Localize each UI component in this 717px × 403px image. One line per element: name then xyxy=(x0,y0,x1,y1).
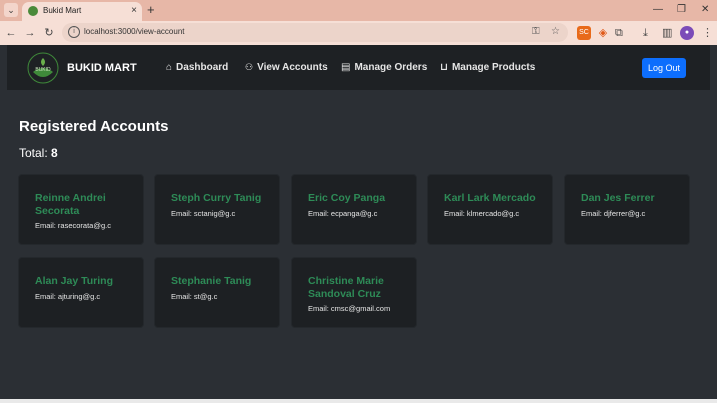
menu-kebab-icon[interactable]: ⋮ xyxy=(702,25,713,41)
reload-icon[interactable]: ↻ xyxy=(41,25,57,41)
tab-close-icon[interactable]: × xyxy=(131,4,137,18)
person-icon: ⚇ xyxy=(245,62,254,72)
nav-link-dashboard[interactable]: ⌂ Dashboard xyxy=(166,62,228,73)
total-count: Total: 8 xyxy=(19,146,58,160)
account-name: Steph Curry Tanig xyxy=(171,192,262,204)
home-icon: ⌂ xyxy=(166,62,173,73)
site-info-icon[interactable]: i xyxy=(68,26,80,38)
download-icon[interactable]: ⤓ xyxy=(643,25,648,41)
browser-tab-strip: ⌄ Bukid Mart × + — ❐ ✕ xyxy=(0,0,717,21)
account-name: Reinne Andrei Secorata xyxy=(35,192,135,217)
account-email: Email: rasecorata@g.c xyxy=(35,221,111,230)
nav-link-manage-orders[interactable]: ▤ Manage Orders xyxy=(341,62,427,73)
restore-icon[interactable]: ❐ xyxy=(677,3,686,17)
new-tab-icon[interactable]: + xyxy=(147,3,155,17)
back-icon[interactable]: ← xyxy=(3,25,19,41)
tab-search-icon[interactable]: ⌄ xyxy=(4,3,18,17)
nav-link-label: Manage Products xyxy=(451,62,536,73)
account-email: Email: sctanig@g.c xyxy=(171,209,236,218)
browser-toolbar: ← → ↻ i localhost:3000/view-account ⚿ ☆ … xyxy=(0,21,717,45)
forward-icon[interactable]: → xyxy=(22,25,38,41)
app-page: BUKID BUKID MART ⌂ Dashboard ⚇ View Acco… xyxy=(0,45,717,403)
account-name: Dan Jes Ferrer xyxy=(581,192,655,204)
app-navbar: BUKID BUKID MART ⌂ Dashboard ⚇ View Acco… xyxy=(7,45,710,90)
page-title: Registered Accounts xyxy=(19,118,169,135)
account-card[interactable]: Eric Coy Panga Email: ecpanga@g.c xyxy=(291,174,417,245)
nav-link-label: View Accounts xyxy=(257,62,328,73)
account-name: Alan Jay Turing xyxy=(35,275,113,287)
bottom-edge xyxy=(0,399,717,403)
account-email: Email: st@g.c xyxy=(171,292,218,301)
extension-sc-icon[interactable]: SC xyxy=(577,26,591,40)
address-bar[interactable]: i localhost:3000/view-account ⚿ ☆ xyxy=(62,23,568,42)
account-email: Email: klmercado@g.c xyxy=(444,209,520,218)
url-text: localhost:3000/view-account xyxy=(84,27,185,36)
account-card[interactable]: Alan Jay Turing Email: ajturing@g.c xyxy=(18,257,144,328)
side-panel-icon[interactable]: ▥ xyxy=(662,25,672,41)
account-email: Email: ecpanga@g.c xyxy=(308,209,378,218)
account-name-line1: Christine Marie xyxy=(308,275,384,287)
bukid-logo-icon: BUKID xyxy=(27,52,59,84)
account-card[interactable]: Christine Marie Sandoval Cruz Email: cms… xyxy=(291,257,417,328)
account-card[interactable]: Reinne Andrei Secorata Email: rasecorata… xyxy=(18,174,144,245)
account-name: Karl Lark Mercado xyxy=(444,192,536,204)
total-value: 8 xyxy=(51,146,58,160)
nav-link-label: Dashboard xyxy=(176,62,229,73)
nav-link-view-accounts[interactable]: ⚇ View Accounts xyxy=(245,62,328,73)
password-key-icon[interactable]: ⚿ xyxy=(532,25,540,39)
tab-title: Bukid Mart xyxy=(43,6,82,15)
browser-tab[interactable]: Bukid Mart × xyxy=(22,2,142,21)
bookmark-star-icon[interactable]: ☆ xyxy=(551,25,560,39)
account-card[interactable]: Dan Jes Ferrer Email: djferrer@g.c xyxy=(564,174,690,245)
account-card[interactable]: Stephanie Tanig Email: st@g.c xyxy=(154,257,280,328)
account-card[interactable]: Karl Lark Mercado Email: klmercado@g.c xyxy=(427,174,553,245)
extension-shield-icon[interactable]: ◈ xyxy=(596,26,610,40)
account-name-line2: Sandoval Cruz xyxy=(308,287,381,300)
profile-avatar-icon[interactable]: ● xyxy=(680,26,694,40)
window-close-icon[interactable]: ✕ xyxy=(701,3,709,17)
minimize-icon[interactable]: — xyxy=(653,3,663,17)
account-name-line2: Secorata xyxy=(35,204,80,217)
account-name: Eric Coy Panga xyxy=(308,192,386,204)
favicon-icon xyxy=(28,6,38,16)
brand-name[interactable]: BUKID MART xyxy=(67,62,137,74)
logout-button[interactable]: Log Out xyxy=(642,58,686,78)
account-name: Stephanie Tanig xyxy=(171,275,252,287)
account-email: Email: cmsc@gmail.com xyxy=(308,304,391,313)
total-label: Total: xyxy=(19,146,48,160)
account-name: Christine Marie Sandoval Cruz xyxy=(308,275,408,300)
account-card[interactable]: Steph Curry Tanig Email: sctanig@g.c xyxy=(154,174,280,245)
nav-link-manage-products[interactable]: ⊔ Manage Products xyxy=(440,62,535,73)
account-name-line1: Reinne Andrei xyxy=(35,192,106,204)
account-email: Email: djferrer@g.c xyxy=(581,209,646,218)
extensions-puzzle-icon[interactable]: ⧉ xyxy=(615,25,623,41)
nav-link-label: Manage Orders xyxy=(354,62,428,73)
account-email: Email: ajturing@g.c xyxy=(35,292,101,301)
svg-text:BUKID: BUKID xyxy=(35,67,51,73)
shopping-bag-icon: ⊔ xyxy=(440,62,448,73)
list-icon: ▤ xyxy=(341,62,351,73)
